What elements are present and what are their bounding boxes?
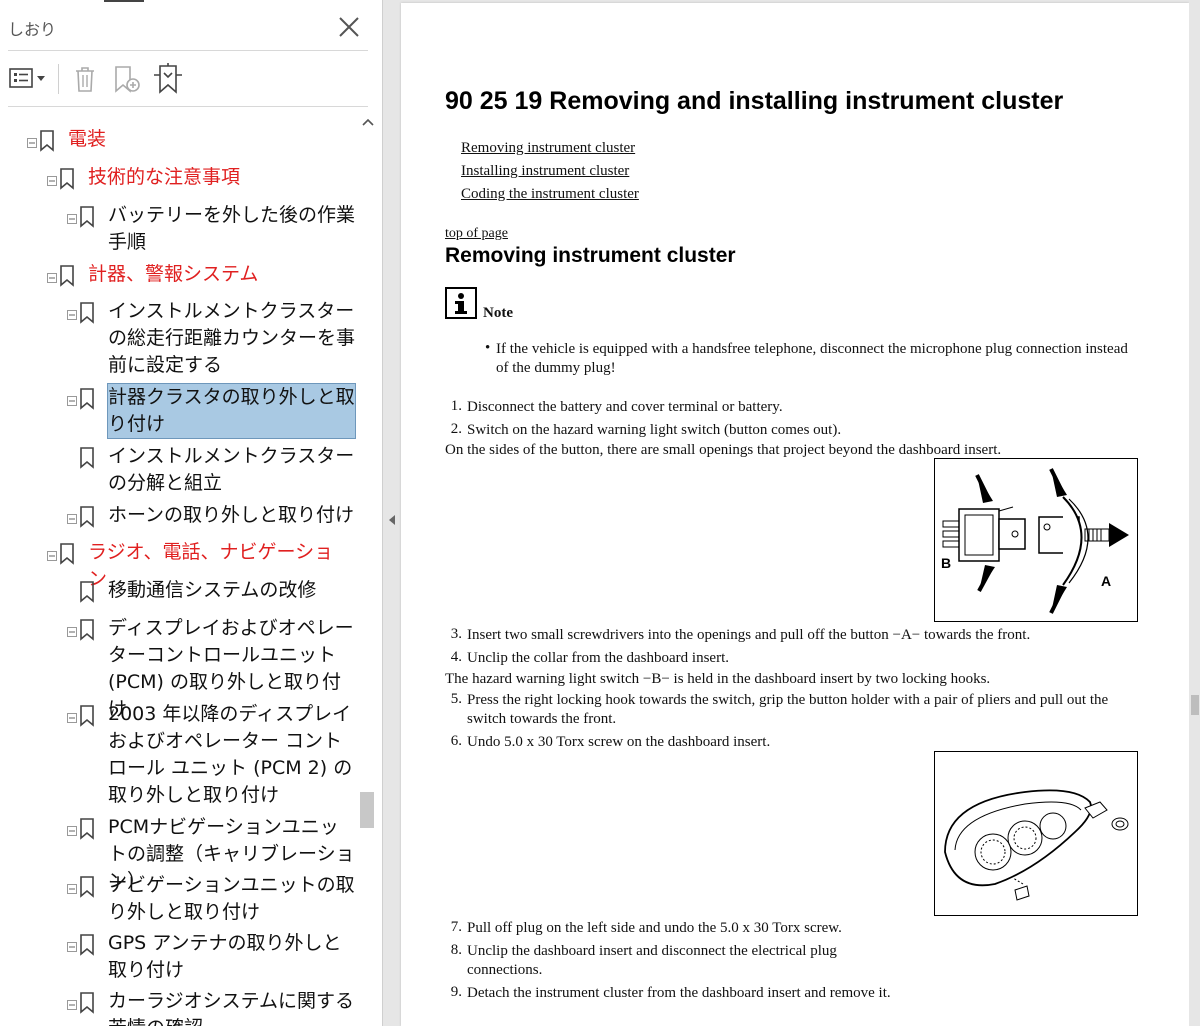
collapse-icon[interactable] (27, 138, 37, 148)
scrollbar-thumb[interactable] (360, 792, 374, 828)
collapse-icon[interactable] (47, 273, 57, 283)
collapse-icon[interactable] (47, 551, 57, 561)
bookmark-label: ホーンの取り外しと取り付け (108, 504, 355, 526)
bookmark-icon (80, 447, 94, 469)
expand-icon[interactable] (67, 826, 77, 836)
bookmark-label: バッテリーを外した後の作業手順 (108, 204, 356, 253)
toc-link-removing[interactable]: Removing instrument cluster (461, 140, 635, 157)
info-icon (445, 287, 477, 319)
bookmark-icon (60, 168, 74, 190)
step-number: 4. (450, 649, 462, 665)
document-scrollbar[interactable] (1189, 0, 1200, 1026)
bookmark-label: GPS アンテナの取り外しと取り付け (108, 932, 342, 981)
bookmark-icon (80, 876, 94, 898)
step-number: 2. (450, 421, 462, 437)
new-bookmark-icon[interactable] (110, 62, 144, 96)
expand-icon[interactable] (67, 396, 77, 406)
bookmark-label: 2003 年以降のディスプレイおよびオペレーター コントロール ユニット (PC… (108, 703, 353, 806)
bookmark-label: 計器、警報システム (88, 263, 259, 285)
dashboard-insert-diagram (944, 789, 1129, 901)
document-scrollbar-thumb[interactable] (1191, 695, 1199, 715)
bookmark-icon (80, 619, 94, 641)
expand-icon[interactable] (67, 1000, 77, 1010)
note-label: Note (483, 305, 513, 321)
expand-icon[interactable] (67, 627, 77, 637)
step-number: 9. (450, 984, 462, 1000)
bookmarks-panel: しおり 電装 技術的な注意事項 バッテリーを外した後の作業手順 計器、警報システ… (0, 0, 383, 1026)
toc-link-coding[interactable]: Coding the instrument cluster (461, 186, 639, 203)
bookmark-icon (80, 705, 94, 727)
step-text: Unclip the collar from the dashboard ins… (467, 650, 730, 666)
step-number: 6. (450, 733, 462, 749)
hazard-switch-diagram (942, 468, 1129, 614)
bookmark-icon (80, 302, 94, 324)
options-menu-icon[interactable] (8, 62, 48, 96)
divider (8, 106, 368, 107)
bookmark-label: カーラジオシステムに関する苦情の確認 (108, 990, 355, 1026)
bookmark-label: ナビゲーションユニットの取り外しと取り付け (108, 874, 355, 923)
toc-link-installing[interactable]: Installing instrument cluster (461, 163, 629, 180)
close-icon[interactable] (336, 14, 362, 40)
page-title: 90 25 19 Removing and installing instrum… (445, 87, 1064, 115)
document-page: 90 25 19 Removing and installing instrum… (401, 3, 1189, 1026)
top-indicator (104, 0, 144, 2)
figure-label-a: A (1101, 573, 1112, 589)
step-text: Undo 5.0 x 30 Torx screw on the dashboar… (467, 734, 771, 750)
step-number: 7. (450, 919, 462, 935)
collapse-icon[interactable] (47, 176, 57, 186)
bookmark-icon (80, 206, 94, 228)
bookmark-icon (80, 818, 94, 840)
bookmark-tree: 電装 技術的な注意事項 バッテリーを外した後の作業手順 計器、警報システム イン… (0, 110, 358, 1026)
bookmark-icon (80, 506, 94, 528)
scroll-up-icon[interactable] (362, 118, 374, 126)
bookmark-icon (80, 581, 94, 603)
step-number: 3. (450, 626, 462, 642)
expand-icon[interactable] (67, 514, 77, 524)
expand-icon[interactable] (67, 942, 77, 952)
bookmark-label: 技術的な注意事項 (88, 166, 241, 188)
delete-icon[interactable] (70, 62, 100, 96)
bookmark-icon (80, 934, 94, 956)
panel-splitter[interactable] (383, 0, 401, 1026)
paragraph: The hazard warning light switch −B− is h… (445, 671, 991, 687)
toolbar-separator (58, 64, 59, 94)
expand-icon[interactable] (67, 713, 77, 723)
bookmark-toolbar (0, 58, 382, 100)
bookmark-scrollbar[interactable] (358, 112, 380, 1026)
bookmark-icon (60, 543, 74, 565)
step-text: Pull off plug on the left side and undo … (467, 920, 842, 936)
step-text: Press the right locking hook towards the… (467, 692, 1109, 727)
panel-title: しおり (8, 20, 57, 39)
bookmark-label: 移動通信システムの改修 (108, 579, 317, 601)
step-text: Detach the instrument cluster from the d… (467, 985, 891, 1001)
step-text: Disconnect the battery and cover termina… (467, 399, 783, 415)
bookmark-icon (80, 992, 94, 1014)
divider (8, 50, 368, 51)
bullet-icon: • (485, 340, 491, 356)
expand-icon[interactable] (67, 214, 77, 224)
expand-icon[interactable] (67, 884, 77, 894)
bookmark-label: インストルメントクラスターの分解と組立 (108, 445, 355, 494)
bookmark-icon (80, 388, 94, 410)
figure-dashboard-insert (934, 751, 1138, 916)
top-of-page-link[interactable]: top of page (445, 226, 508, 242)
step-text: Insert two small screwdrivers into the o… (467, 627, 1031, 643)
bookmark-icon (40, 130, 54, 152)
collapse-panel-icon[interactable] (388, 514, 396, 526)
expand-icon[interactable] (67, 310, 77, 320)
step-text: Switch on the hazard warning light switc… (467, 422, 842, 438)
step-number: 5. (450, 691, 462, 707)
figure-label-b: B (941, 555, 952, 571)
step-number: 1. (450, 398, 462, 414)
bookmark-label: インストルメントクラスターの総走行距離カウンターを事前に設定する (108, 300, 356, 376)
step-number: 8. (450, 942, 462, 958)
figure-hazard-switch: B A (934, 458, 1138, 622)
bookmark-label: 電装 (68, 128, 107, 150)
bookmark-label: 計器クラスタの取り外しと取り付け (107, 383, 356, 439)
bookmark-icon (60, 265, 74, 287)
section-title: Removing instrument cluster (445, 244, 736, 267)
expand-bookmark-icon[interactable] (150, 62, 186, 96)
step-text: Unclip the dashboard insert and disconne… (467, 943, 837, 978)
note-text: If the vehicle is equipped with a handsf… (496, 341, 1128, 376)
